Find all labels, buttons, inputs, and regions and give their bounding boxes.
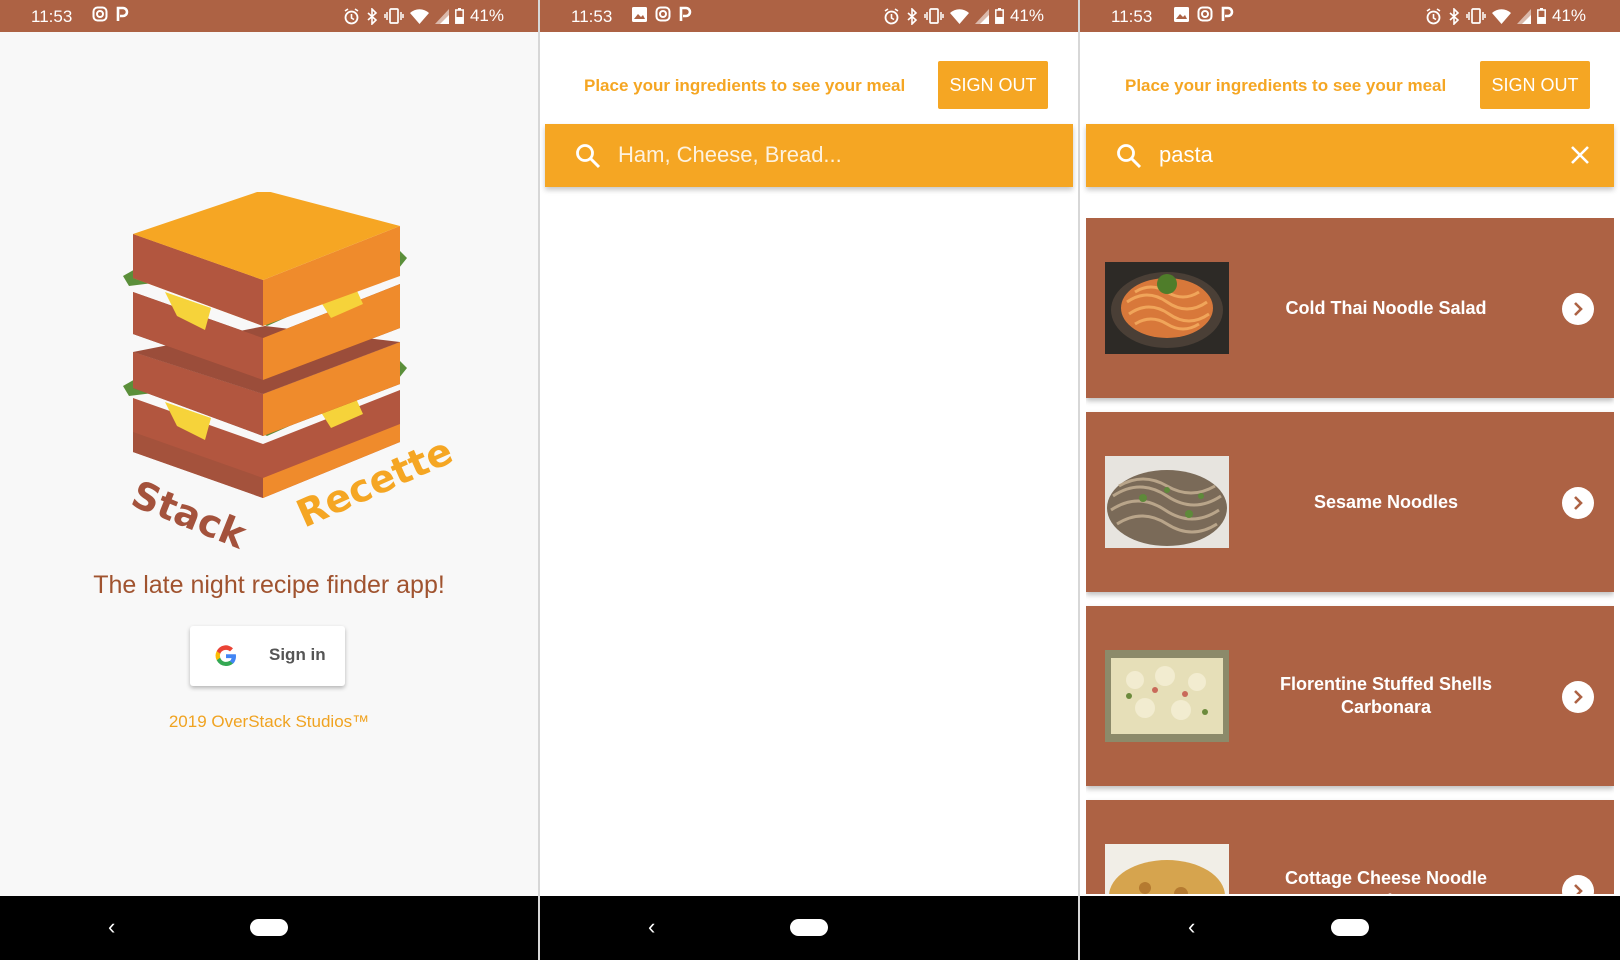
search-bar xyxy=(545,124,1073,187)
status-bar: 11:53 41% xyxy=(540,0,1078,32)
status-time: 11:53 xyxy=(571,7,613,26)
ingredients-hint: Place your ingredients to see your meal xyxy=(584,76,906,95)
recipe-card[interactable]: Cottage Cheese Noodle Bake xyxy=(1086,800,1614,894)
recipe-title: Sesame Noodles xyxy=(1313,491,1459,512)
chevron-right-icon xyxy=(1574,496,1583,510)
close-icon[interactable] xyxy=(1568,143,1592,167)
recipe-card[interactable]: Cold Thai Noodle Salad xyxy=(1086,218,1614,398)
alarm-icon xyxy=(344,7,359,24)
recipe-title: Cold Thai Noodle Salad xyxy=(1285,297,1487,318)
battery-icon xyxy=(995,8,1004,24)
wifi-icon xyxy=(409,8,429,24)
alarm-icon xyxy=(884,7,899,24)
recipe-card[interactable]: Florentine Stuffed Shells Carbonara xyxy=(1086,606,1614,786)
search-input[interactable] xyxy=(1159,142,1539,168)
results-list: Cold Thai Noodle Salad Sesame Noodles Fl… xyxy=(1086,218,1614,894)
alarm-icon xyxy=(1426,7,1441,24)
recipe-title: Cottage Cheese Noodle Bake xyxy=(1284,868,1488,894)
recipe-card[interactable]: Sesame Noodles xyxy=(1086,412,1614,592)
home-pill-icon[interactable] xyxy=(1331,919,1369,936)
open-recipe-button[interactable] xyxy=(1562,875,1594,894)
bluetooth-icon xyxy=(367,7,378,25)
image-icon xyxy=(1174,6,1189,22)
open-recipe-button[interactable] xyxy=(1562,487,1594,519)
tagline: The late night recipe finder app! xyxy=(93,571,445,599)
search-screen: 11:53 41% Place your ingredients to see … xyxy=(540,0,1078,960)
chevron-right-icon xyxy=(1574,302,1583,316)
status-time: 11:53 xyxy=(1111,7,1153,26)
nav-bar: ‹ xyxy=(0,896,538,960)
home-pill-icon[interactable] xyxy=(250,919,288,936)
instagram-icon xyxy=(655,6,671,22)
back-icon[interactable]: ‹ xyxy=(108,914,115,940)
battery-percent: 41% xyxy=(1551,6,1586,25)
bluetooth-icon xyxy=(1449,7,1460,25)
nav-bar: ‹ xyxy=(540,896,1078,960)
ingredients-hint: Place your ingredients to see your meal xyxy=(1125,76,1447,95)
nav-bar: ‹ xyxy=(1080,896,1620,960)
search-bar xyxy=(1086,124,1614,187)
signal-icon xyxy=(974,8,989,24)
recipe-title: Florentine Stuffed Shells Carbonara xyxy=(1279,674,1493,717)
instagram-icon xyxy=(1197,6,1213,22)
battery-percent: 41% xyxy=(1009,6,1044,25)
recipe-thumbnail xyxy=(1105,650,1229,742)
image-icon xyxy=(632,6,647,22)
back-icon[interactable]: ‹ xyxy=(648,914,655,940)
p-icon xyxy=(679,6,692,21)
search-input[interactable] xyxy=(618,142,998,168)
p-icon xyxy=(1221,6,1234,21)
wifi-icon xyxy=(949,8,969,24)
back-icon[interactable]: ‹ xyxy=(1188,914,1195,940)
sign-out-button[interactable]: SIGN OUT xyxy=(1480,61,1590,109)
sign-out-button[interactable]: SIGN OUT xyxy=(938,61,1048,109)
google-signin-button[interactable]: Sign in xyxy=(190,626,345,686)
results-screen: 11:53 41% Place your ingredients to see … xyxy=(1080,0,1620,960)
home-pill-icon[interactable] xyxy=(790,919,828,936)
status-bar: 11:53 41% xyxy=(0,0,538,32)
search-icon[interactable] xyxy=(1116,143,1142,169)
chevron-right-icon xyxy=(1574,690,1583,704)
wifi-icon xyxy=(1491,8,1511,24)
login-screen: 11:53 41% Stack Recette The late night r… xyxy=(0,0,538,960)
vibrate-icon xyxy=(384,8,404,24)
chevron-right-icon xyxy=(1574,884,1583,894)
battery-percent: 41% xyxy=(469,6,504,25)
battery-icon xyxy=(455,8,464,24)
signin-label: Sign in xyxy=(269,645,326,664)
open-recipe-button[interactable] xyxy=(1562,681,1594,713)
open-recipe-button[interactable] xyxy=(1562,293,1594,325)
copyright-text: 2019 OverStack Studios™ xyxy=(168,712,370,731)
status-bar: 11:53 41% xyxy=(1080,0,1620,32)
instagram-icon xyxy=(92,6,108,22)
battery-icon xyxy=(1537,8,1546,24)
search-icon[interactable] xyxy=(575,143,601,169)
vibrate-icon xyxy=(1466,8,1486,24)
bluetooth-icon xyxy=(907,7,918,25)
status-time: 11:53 xyxy=(31,7,73,26)
p-icon xyxy=(116,6,129,21)
recipe-thumbnail xyxy=(1105,456,1229,548)
signal-icon xyxy=(1516,8,1531,24)
google-g-icon xyxy=(215,645,236,667)
vibrate-icon xyxy=(924,8,944,24)
signal-icon xyxy=(434,8,449,24)
recipe-thumbnail xyxy=(1105,262,1229,354)
recipe-thumbnail xyxy=(1105,844,1229,894)
